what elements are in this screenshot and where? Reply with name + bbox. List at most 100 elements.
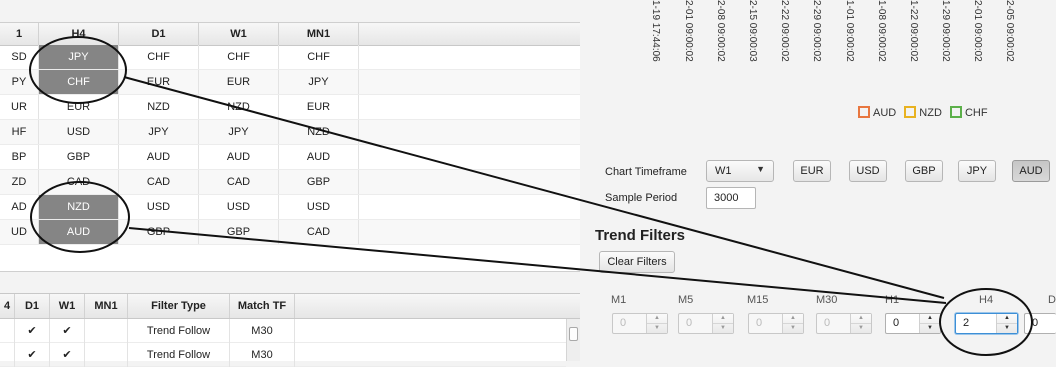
check-icon-cell[interactable] (85, 319, 128, 343)
check-icon-cell[interactable]: ✔ (50, 343, 85, 367)
table-row[interactable]: ZD CAD CAD CAD GBP (0, 170, 580, 195)
table-cell[interactable]: NZD (39, 195, 119, 219)
table-cell[interactable]: AD (0, 195, 39, 219)
spinner-m30[interactable]: 0 ▲ ▼ (816, 313, 872, 334)
table-cell[interactable]: EUR (199, 70, 279, 94)
table-cell[interactable]: HF (0, 120, 39, 144)
sample-period-input[interactable]: 3000 (706, 187, 756, 209)
clear-filters-button[interactable]: Clear Filters (599, 251, 675, 273)
table-cell[interactable] (0, 319, 15, 343)
legend-item-chf[interactable]: CHF (949, 106, 988, 119)
table-cell[interactable]: Trend Follow (128, 343, 230, 367)
table-cell[interactable]: UR (0, 95, 39, 119)
table-cell[interactable]: PY (0, 70, 39, 94)
table-cell[interactable]: BP (0, 145, 39, 169)
table-cell[interactable]: CAD (279, 220, 359, 244)
column-header[interactable]: Match TF (230, 294, 295, 318)
table-cell[interactable]: CHF (279, 45, 359, 69)
filter-table-scrollbar[interactable] (566, 319, 580, 361)
table-cell[interactable]: EUR (39, 95, 119, 119)
legend-item-aud[interactable]: AUD (858, 106, 896, 119)
table-cell[interactable]: EUR (119, 70, 199, 94)
table-cell[interactable]: CAD (199, 170, 279, 194)
check-icon-cell[interactable]: ✔ (15, 343, 50, 367)
legend-item-nzd[interactable]: NZD (904, 106, 942, 119)
column-header[interactable]: MN1 (85, 294, 128, 318)
table-cell[interactable]: NZD (279, 120, 359, 144)
decrement-arrow-icon[interactable]: ▼ (647, 324, 667, 333)
table-cell[interactable]: GBP (39, 145, 119, 169)
table-cell[interactable]: JPY (39, 45, 119, 69)
increment-arrow-icon[interactable]: ▲ (647, 314, 667, 324)
table-cell[interactable]: AUD (279, 145, 359, 169)
chart-timeframe-select[interactable]: W1 ▼ (706, 160, 774, 182)
table-row[interactable]: BP GBP AUD AUD AUD (0, 145, 580, 170)
increment-arrow-icon[interactable]: ▲ (920, 314, 940, 324)
table-cell[interactable]: NZD (119, 95, 199, 119)
table-cell[interactable]: M30 (230, 343, 295, 367)
column-header[interactable]: Filter Type (128, 294, 230, 318)
table-cell[interactable]: NZD (199, 95, 279, 119)
spinner-h1[interactable]: 0 ▲ ▼ (885, 313, 941, 334)
table-cell[interactable]: JPY (199, 120, 279, 144)
currency-button-usd[interactable]: USD (849, 160, 887, 182)
table-cell[interactable]: CHF (119, 45, 199, 69)
column-header[interactable]: D1 (119, 23, 199, 45)
table-cell[interactable]: AUD (39, 220, 119, 244)
check-icon-cell[interactable]: ✔ (15, 319, 50, 343)
table-cell[interactable]: ZD (0, 170, 39, 194)
increment-arrow-icon[interactable]: ▲ (713, 314, 733, 324)
table-cell[interactable]: SD (0, 45, 39, 69)
spinner-h4[interactable]: 2 ▲ ▼ (955, 313, 1018, 334)
table-cell[interactable] (0, 343, 15, 367)
table-cell[interactable]: EUR (279, 95, 359, 119)
table-cell[interactable]: AUD (119, 145, 199, 169)
table-cell[interactable]: GBP (119, 220, 199, 244)
table-cell[interactable]: CHF (39, 70, 119, 94)
column-header[interactable]: W1 (50, 294, 85, 318)
increment-arrow-icon[interactable]: ▲ (851, 314, 871, 324)
table-cell[interactable]: M30 (230, 319, 295, 343)
table-cell[interactable]: CAD (119, 170, 199, 194)
decrement-arrow-icon[interactable]: ▼ (920, 324, 940, 333)
currency-button-gbp[interactable]: GBP (905, 160, 943, 182)
column-header[interactable]: 4 (0, 294, 15, 318)
currency-button-eur[interactable]: EUR (793, 160, 831, 182)
filter-row[interactable]: ✔ ✔ Trend Follow M30 (0, 319, 566, 343)
table-cell[interactable]: JPY (279, 70, 359, 94)
table-row[interactable]: UD AUD GBP GBP CAD (0, 220, 580, 245)
check-icon-cell[interactable] (85, 343, 128, 367)
table-cell[interactable]: USD (279, 195, 359, 219)
table-row[interactable]: HF USD JPY JPY NZD (0, 120, 580, 145)
scrollbar-thumb[interactable] (569, 327, 578, 341)
currency-button-jpy[interactable]: JPY (958, 160, 996, 182)
decrement-arrow-icon[interactable]: ▼ (851, 324, 871, 333)
table-cell[interactable]: GBP (199, 220, 279, 244)
table-cell[interactable]: Trend Follow (128, 319, 230, 343)
check-icon-cell[interactable]: ✔ (50, 319, 85, 343)
filter-row[interactable]: ✔ ✔ Trend Follow M30 (0, 343, 566, 367)
column-header[interactable]: D1 (15, 294, 50, 318)
increment-arrow-icon[interactable]: ▲ (783, 314, 803, 324)
table-cell[interactable]: UD (0, 220, 39, 244)
decrement-arrow-icon[interactable]: ▼ (713, 324, 733, 333)
column-header[interactable]: H4 (39, 23, 119, 45)
spinner-m5[interactable]: 0 ▲ ▼ (678, 313, 734, 334)
column-header[interactable]: 1 (0, 23, 39, 45)
table-cell[interactable]: CHF (199, 45, 279, 69)
spinner-m15[interactable]: 0 ▲ ▼ (748, 313, 804, 334)
decrement-arrow-icon[interactable]: ▼ (783, 324, 803, 333)
table-row[interactable]: AD NZD USD USD USD (0, 195, 580, 220)
spinner-d[interactable]: 0 (1024, 313, 1056, 334)
table-row[interactable]: UR EUR NZD NZD EUR (0, 95, 580, 120)
currency-button-aud[interactable]: AUD (1012, 160, 1050, 182)
table-cell[interactable]: USD (39, 120, 119, 144)
decrement-arrow-icon[interactable]: ▼ (997, 324, 1017, 333)
column-header[interactable]: MN1 (279, 23, 359, 45)
table-row[interactable]: PY CHF EUR EUR JPY (0, 70, 580, 95)
table-cell[interactable]: AUD (199, 145, 279, 169)
table-cell[interactable]: JPY (119, 120, 199, 144)
column-header[interactable]: W1 (199, 23, 279, 45)
table-cell[interactable]: USD (119, 195, 199, 219)
table-cell[interactable]: CAD (39, 170, 119, 194)
